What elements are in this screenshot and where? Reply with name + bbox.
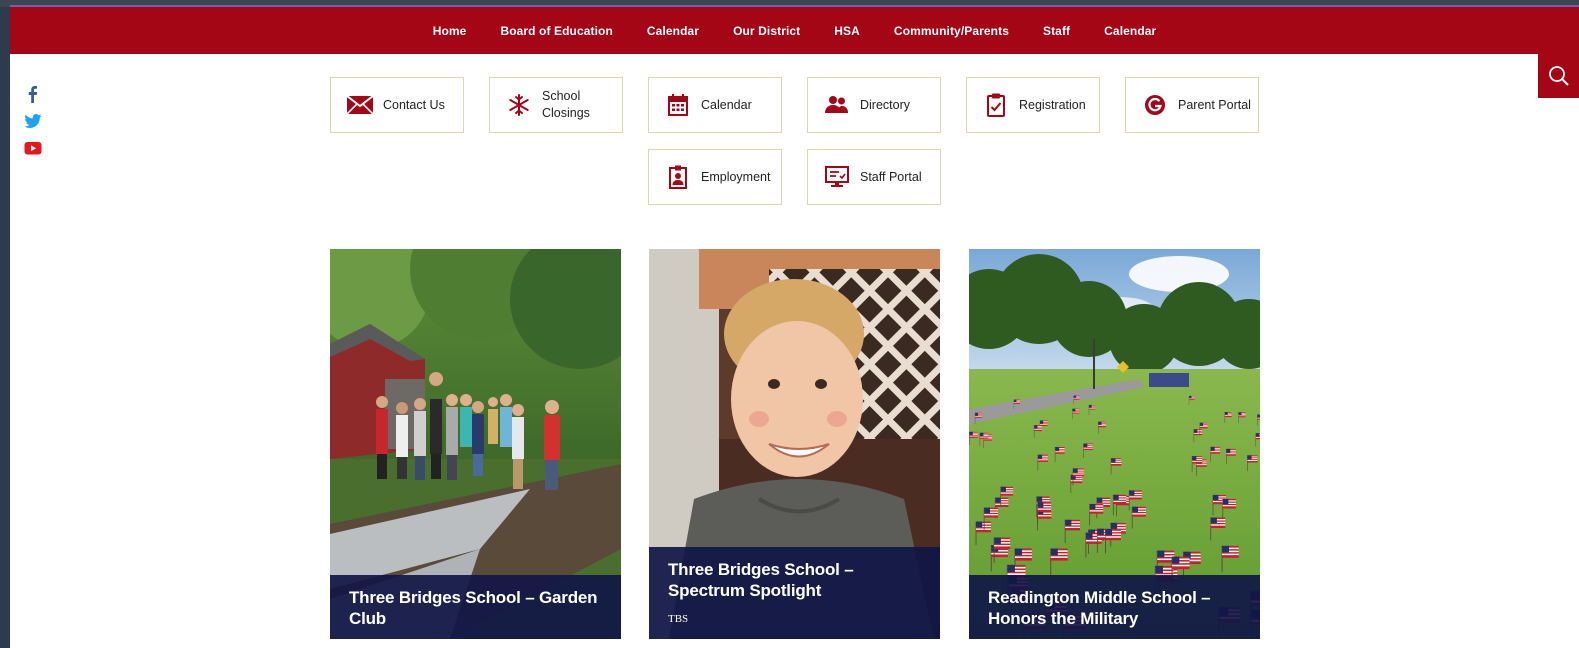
quick-link-label: Parent Portal	[1178, 97, 1251, 112]
quick-link-label: School Closings	[542, 89, 590, 120]
news-title[interactable]: Three Bridges School – Garden Club	[349, 587, 602, 629]
people-icon	[824, 94, 850, 116]
snowflake-icon	[506, 94, 532, 116]
facebook-icon[interactable]	[24, 85, 42, 103]
nav-calendar[interactable]: Calendar	[647, 24, 699, 38]
monitor-icon	[824, 166, 850, 188]
quick-link-label: Employment	[701, 169, 771, 184]
browser-top-strip	[0, 0, 1579, 7]
quick-link-contact-us[interactable]: Contact Us	[330, 77, 464, 133]
news-caption: Three Bridges School – Spectrum Spotligh…	[649, 547, 940, 639]
quick-link-label: Registration	[1019, 97, 1086, 112]
quick-link-calendar[interactable]: Calendar	[648, 77, 782, 133]
news-title[interactable]: Readington Middle School – Honors the Mi…	[988, 587, 1241, 629]
quick-link-staff-portal[interactable]: Staff Portal	[807, 149, 941, 205]
main-nav: Home Board of Education Calendar Our Dis…	[10, 7, 1579, 54]
quick-link-registration[interactable]: Registration	[966, 77, 1100, 133]
social-links	[24, 85, 42, 166]
envelope-icon	[347, 94, 373, 116]
id-badge-icon	[665, 165, 691, 189]
quick-link-label: Directory	[860, 97, 911, 112]
quick-link-employment[interactable]: Employment	[648, 149, 782, 205]
quick-link-label: Staff Portal	[860, 169, 922, 184]
news-caption: Readington Middle School – Honors the Mi…	[969, 575, 1260, 639]
calendar-icon	[665, 94, 691, 116]
nav-board-of-education[interactable]: Board of Education	[500, 24, 612, 38]
news-card-spectrum-spotlight[interactable]: Three Bridges School – Spectrum Spotligh…	[649, 249, 940, 639]
nav-hsa[interactable]: HSA	[834, 24, 860, 38]
quick-link-parent-portal[interactable]: Parent Portal	[1125, 77, 1259, 133]
twitter-icon[interactable]	[24, 112, 42, 130]
quick-link-label: Contact Us	[383, 97, 445, 112]
news-title[interactable]: Three Bridges School – Spectrum Spotligh…	[668, 559, 921, 601]
page: Home Board of Education Calendar Our Dis…	[10, 7, 1579, 648]
news-card-honors-the-military[interactable]: Readington Middle School – Honors the Mi…	[969, 249, 1260, 639]
search-icon	[1548, 66, 1569, 86]
quick-link-label: Calendar	[701, 97, 752, 112]
news-card-garden-club[interactable]: Three Bridges School – Garden Club	[330, 249, 621, 639]
clipboard-check-icon	[983, 93, 1009, 117]
nav-staff[interactable]: Staff	[1043, 24, 1070, 38]
search-button[interactable]	[1538, 54, 1579, 98]
nav-our-district[interactable]: Our District	[733, 24, 800, 38]
youtube-icon[interactable]	[24, 139, 42, 157]
nav-calendar-2[interactable]: Calendar	[1104, 24, 1156, 38]
quick-link-school-closings[interactable]: School Closings	[489, 77, 623, 133]
quick-link-directory[interactable]: Directory	[807, 77, 941, 133]
nav-home[interactable]: Home	[433, 24, 467, 38]
portal-g-icon	[1142, 94, 1168, 116]
nav-community-parents[interactable]: Community/Parents	[894, 24, 1009, 38]
news-tag: TBS	[668, 613, 689, 625]
news-caption: Three Bridges School – Garden Club	[330, 575, 621, 639]
